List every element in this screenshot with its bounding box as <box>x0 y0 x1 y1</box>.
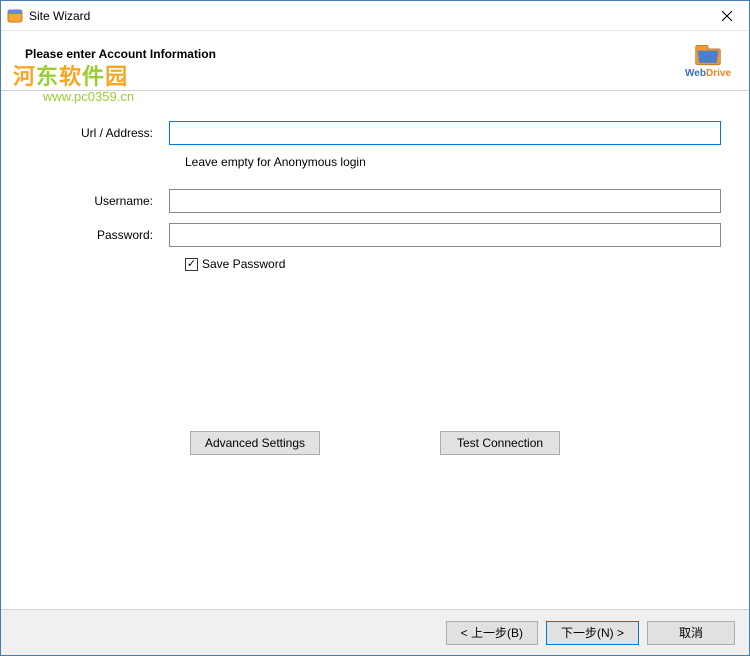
advanced-settings-button[interactable]: Advanced Settings <box>190 431 320 455</box>
window-title: Site Wizard <box>29 9 90 23</box>
titlebar-buttons <box>704 1 749 30</box>
app-icon <box>7 8 23 24</box>
save-password-label: Save Password <box>202 257 285 271</box>
webdrive-logo: WebDrive <box>685 43 731 79</box>
password-row: Password: <box>29 223 721 247</box>
titlebar: Site Wizard <box>1 1 749 31</box>
cancel-button[interactable]: 取消 <box>647 621 735 645</box>
titlebar-left: Site Wizard <box>7 8 90 24</box>
next-button[interactable]: 下一步(N) > <box>546 621 639 645</box>
content-area: Url / Address: Leave empty for Anonymous… <box>1 91 749 609</box>
url-row: Url / Address: <box>29 121 721 145</box>
site-wizard-window: Site Wizard Please enter Account Informa… <box>0 0 750 656</box>
webdrive-logo-text: WebDrive <box>685 68 731 79</box>
save-password-row: Save Password <box>185 257 721 271</box>
password-label: Password: <box>29 228 169 242</box>
test-connection-button[interactable]: Test Connection <box>440 431 560 455</box>
save-password-checkbox[interactable] <box>185 258 198 271</box>
close-button[interactable] <box>704 1 749 30</box>
footer: < 上一步(B) 下一步(N) > 取消 <box>1 609 749 655</box>
webdrive-logo-icon <box>694 43 722 67</box>
middle-button-row: Advanced Settings Test Connection <box>29 431 721 455</box>
url-label: Url / Address: <box>29 126 169 140</box>
username-label: Username: <box>29 194 169 208</box>
username-row: Username: <box>29 189 721 213</box>
header-area: Please enter Account Information WebDriv… <box>1 31 749 91</box>
anonymous-hint: Leave empty for Anonymous login <box>185 155 721 169</box>
username-input[interactable] <box>169 189 721 213</box>
back-button[interactable]: < 上一步(B) <box>446 621 538 645</box>
page-heading: Please enter Account Information <box>25 47 216 61</box>
password-input[interactable] <box>169 223 721 247</box>
url-input[interactable] <box>169 121 721 145</box>
